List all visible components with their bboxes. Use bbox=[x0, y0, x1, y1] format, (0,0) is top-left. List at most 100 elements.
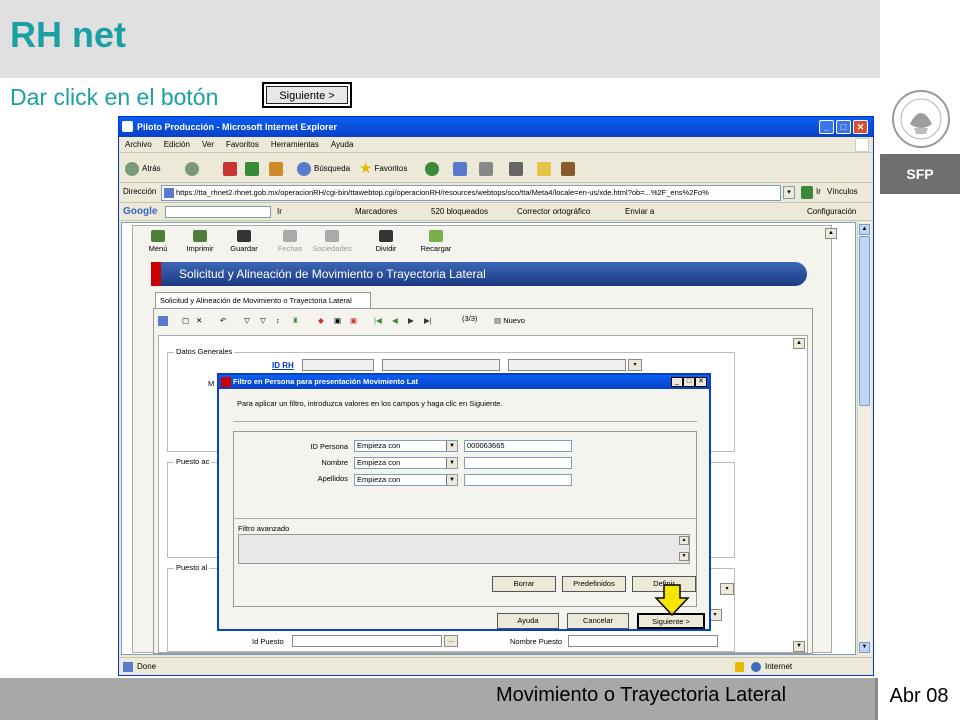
next-record-icon[interactable]: ▶ bbox=[408, 313, 414, 329]
google-blocked[interactable]: 520 bloqueados bbox=[431, 203, 488, 221]
nombre-puesto-field[interactable] bbox=[568, 635, 718, 647]
clear-button[interactable]: Borrar bbox=[492, 576, 556, 592]
links-label[interactable]: Vínculos bbox=[827, 187, 858, 196]
sort-icon[interactable]: ↕ bbox=[276, 313, 280, 329]
back-button[interactable]: Atrás bbox=[125, 161, 161, 177]
menu-ayuda[interactable]: Ayuda bbox=[331, 140, 354, 149]
value-input-id-persona[interactable]: 000063665 bbox=[464, 440, 572, 452]
companies-button[interactable]: Sociedades bbox=[311, 230, 353, 253]
tool-icon[interactable]: ◆ bbox=[318, 313, 324, 329]
google-bookmarks[interactable]: Marcadores bbox=[355, 203, 397, 221]
general-dropdown[interactable]: ▾ bbox=[628, 359, 642, 371]
operator-value: Empieza con bbox=[357, 458, 401, 467]
scroll-up-arrow[interactable]: ▲ bbox=[859, 224, 870, 235]
go-arrow-icon[interactable] bbox=[801, 186, 813, 199]
value-input-apellidos[interactable] bbox=[464, 474, 572, 486]
edit-button[interactable] bbox=[509, 161, 526, 177]
menu-ver[interactable]: Ver bbox=[202, 140, 214, 149]
cancel-button[interactable]: Cancelar bbox=[567, 613, 629, 629]
grid-icon[interactable] bbox=[158, 316, 168, 326]
predefined-button[interactable]: Predefinidos bbox=[562, 576, 626, 592]
google-go[interactable]: Ir bbox=[277, 203, 282, 221]
google-send[interactable]: Enviar a bbox=[625, 203, 654, 221]
maximize-button[interactable]: □ bbox=[836, 120, 851, 134]
history-button[interactable] bbox=[425, 161, 442, 177]
dialog-titlebar: Filtro en Persona para presentación Movi… bbox=[219, 375, 709, 389]
first-record-icon[interactable]: |◀ bbox=[374, 313, 382, 329]
operator-select-apellidos[interactable]: Empieza con ▼ bbox=[354, 474, 458, 486]
favorites-button[interactable]: ★ Favoritos bbox=[359, 161, 407, 177]
advanced-scroll-down[interactable]: ▼ bbox=[679, 552, 689, 561]
mail-button[interactable] bbox=[453, 161, 470, 177]
folder-button[interactable] bbox=[537, 161, 554, 177]
banner-title: Solicitud y Alineación de Movimiento o T… bbox=[179, 267, 486, 281]
value-input-nombre[interactable] bbox=[464, 457, 572, 469]
research-button[interactable] bbox=[561, 161, 578, 177]
dates-label: Fechas bbox=[277, 244, 303, 253]
refresh-button[interactable] bbox=[245, 161, 262, 177]
id-rh-field[interactable] bbox=[302, 359, 374, 371]
print-label: Imprimir bbox=[186, 244, 214, 253]
last-record-icon[interactable]: ▶| bbox=[424, 313, 432, 329]
pointer-arrow-icon bbox=[654, 584, 690, 616]
menu-herramientas[interactable]: Herramientas bbox=[271, 140, 319, 149]
print-app-button[interactable]: Imprimir bbox=[179, 230, 221, 253]
nombre-puesto-label: Nombre Puesto bbox=[510, 637, 563, 646]
form-scroll-down[interactable]: ▼ bbox=[793, 641, 805, 652]
undo-icon[interactable]: ↶ bbox=[220, 313, 226, 329]
app-scroll-up[interactable]: ▲ bbox=[825, 228, 837, 239]
operator-select-id-persona[interactable]: Empieza con ▼ bbox=[354, 440, 458, 452]
google-spell[interactable]: Corrector ortográfico bbox=[517, 203, 590, 221]
advanced-scroll-up[interactable]: ▲ bbox=[679, 536, 689, 545]
operator-select-nombre[interactable]: Empieza con ▼ bbox=[354, 457, 458, 469]
refresh-icon bbox=[245, 162, 259, 176]
search-button[interactable]: Búsqueda bbox=[297, 161, 350, 177]
id-rh-link[interactable]: ID RH bbox=[272, 361, 294, 370]
target-dropdown[interactable]: ▾ bbox=[720, 583, 734, 595]
address-input[interactable]: https://tta_rhnet2.rhnet.gob.mx/operacio… bbox=[161, 185, 781, 201]
dates-button[interactable]: Fechas bbox=[269, 230, 311, 253]
copy-icon[interactable]: ▣ bbox=[334, 313, 341, 329]
menu-button[interactable]: Menú bbox=[137, 230, 179, 253]
delete-record-icon[interactable]: ✕ bbox=[196, 313, 202, 329]
scroll-thumb[interactable] bbox=[859, 236, 870, 406]
form-scroll-up[interactable]: ▲ bbox=[793, 338, 805, 349]
google-settings[interactable]: Configuración bbox=[807, 203, 856, 221]
find-icon[interactable]: ♜ bbox=[292, 313, 299, 329]
close-button[interactable]: ✕ bbox=[853, 120, 868, 134]
previous-record-icon[interactable]: ◀ bbox=[392, 313, 398, 329]
remove-filter-icon[interactable]: ▽ bbox=[260, 313, 266, 329]
tab-solicitud[interactable]: Solicitud y Alineación de Movimiento o T… bbox=[155, 292, 371, 308]
forward-button[interactable] bbox=[185, 161, 202, 177]
filter-icon[interactable]: ▽ bbox=[244, 313, 250, 329]
menu-archivo[interactable]: Archivo bbox=[125, 140, 152, 149]
surname-field[interactable] bbox=[508, 359, 626, 371]
menu-edicion[interactable]: Edición bbox=[164, 140, 190, 149]
help-button[interactable]: Ayuda bbox=[497, 613, 559, 629]
advanced-filter-area[interactable]: ▲ ▼ bbox=[238, 534, 690, 564]
new-record-icon[interactable]: ▢ bbox=[182, 313, 189, 329]
new-icon: ▤ bbox=[494, 316, 502, 325]
browser-scrollbar[interactable]: ▲ ▼ bbox=[857, 222, 871, 655]
stop-button[interactable] bbox=[223, 161, 240, 177]
id-puesto-field[interactable] bbox=[292, 635, 442, 647]
new-button[interactable]: ▤ Nuevo bbox=[494, 313, 525, 329]
print-button[interactable] bbox=[479, 161, 496, 177]
address-dropdown[interactable]: ▾ bbox=[783, 186, 795, 199]
menu-favoritos[interactable]: Favoritos bbox=[226, 140, 259, 149]
id-puesto-lookup[interactable]: … bbox=[444, 635, 458, 647]
dialog-close[interactable]: ✕ bbox=[695, 377, 707, 387]
go-label[interactable]: Ir bbox=[816, 187, 821, 196]
name-field[interactable] bbox=[382, 359, 500, 371]
split-button[interactable]: Dividir bbox=[365, 230, 407, 253]
reload-button[interactable]: Recargar bbox=[415, 230, 457, 253]
scroll-down-arrow[interactable]: ▼ bbox=[859, 642, 870, 653]
home-button[interactable] bbox=[269, 161, 286, 177]
paste-icon[interactable]: ▣ bbox=[350, 313, 357, 329]
minimize-button[interactable]: _ bbox=[819, 120, 834, 134]
google-search-input[interactable] bbox=[165, 206, 271, 218]
dialog-minimize[interactable]: _ bbox=[671, 377, 683, 387]
dialog-maximize[interactable]: □ bbox=[683, 377, 695, 387]
chevron-down-icon: ▼ bbox=[446, 475, 457, 485]
save-button[interactable]: Guardar bbox=[223, 230, 265, 253]
